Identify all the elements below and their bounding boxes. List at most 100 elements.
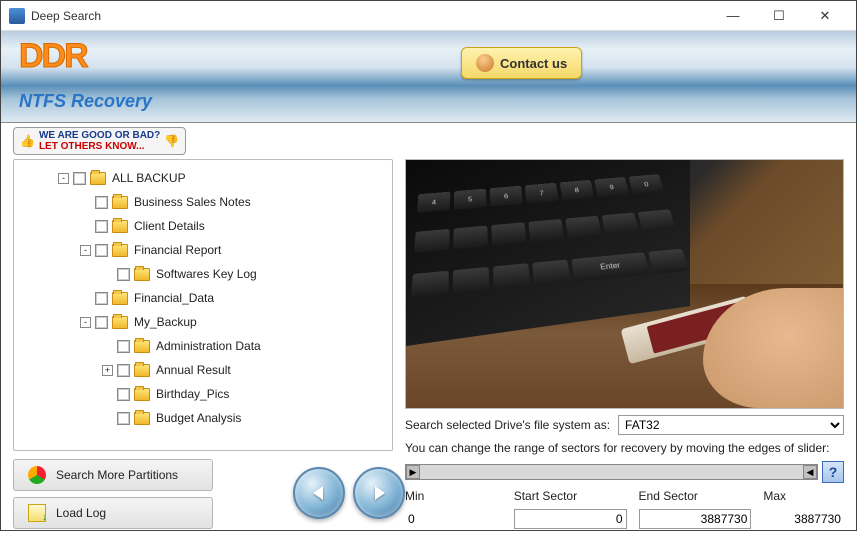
tree-node-label: My_Backup: [134, 315, 197, 329]
help-button[interactable]: ?: [822, 461, 844, 483]
slider-row: ▶ ◀ ?: [405, 461, 844, 483]
folder-icon: [112, 220, 128, 233]
load-log-label: Load Log: [56, 506, 106, 520]
maximize-button[interactable]: ☐: [756, 2, 802, 30]
left-column: - ALL BACKUP Business Sales Notes Client …: [13, 159, 393, 529]
feedback-line2: LET OTHERS KNOW...: [39, 141, 145, 152]
tree-node[interactable]: Softwares Key Log: [18, 262, 388, 286]
next-button[interactable]: [353, 467, 405, 519]
expand-icon[interactable]: +: [102, 365, 113, 376]
thumb-down-icon: 👎: [164, 134, 179, 148]
folder-icon: [112, 196, 128, 209]
start-sector-label: Start Sector: [514, 489, 627, 503]
max-label: Max: [763, 489, 844, 503]
folder-icon: [134, 388, 150, 401]
feedback-line1: WE ARE GOOD OR BAD?: [39, 130, 160, 141]
tree-node-label: Administration Data: [156, 339, 261, 353]
sector-fields: Min Start Sector End Sector Max: [405, 489, 844, 529]
logo-text: DDR: [19, 37, 87, 76]
folder-tree[interactable]: - ALL BACKUP Business Sales Notes Client …: [14, 160, 392, 450]
tree-checkbox[interactable]: [117, 412, 130, 425]
title-bar: Deep Search — ☐ ✕: [1, 1, 856, 31]
tree-checkbox[interactable]: [73, 172, 86, 185]
slider-right-handle[interactable]: ◀: [803, 465, 817, 479]
tree-node-label: Budget Analysis: [156, 411, 241, 425]
tree-checkbox[interactable]: [95, 244, 108, 257]
window-controls: — ☐ ✕: [710, 2, 848, 30]
folder-icon: [112, 244, 128, 257]
tree-node-label: ALL BACKUP: [112, 171, 186, 185]
slider-left-handle[interactable]: ▶: [406, 465, 420, 479]
preview-image: 4567890 Enter: [405, 159, 844, 409]
search-more-label: Search More Partitions: [56, 468, 178, 482]
collapse-icon[interactable]: -: [80, 317, 91, 328]
pie-chart-icon: [28, 466, 46, 484]
prev-button[interactable]: [293, 467, 345, 519]
header-banner: DDR NTFS Recovery Contact us: [1, 31, 856, 123]
max-value: [763, 509, 844, 529]
folder-icon: [90, 172, 106, 185]
tree-node[interactable]: Administration Data: [18, 334, 388, 358]
tree-node[interactable]: Client Details: [18, 214, 388, 238]
logo: DDR: [19, 37, 87, 76]
folder-tree-panel: - ALL BACKUP Business Sales Notes Client …: [13, 159, 393, 451]
tree-node[interactable]: - My_Backup: [18, 310, 388, 334]
folder-icon: [134, 268, 150, 281]
collapse-icon[interactable]: -: [58, 173, 69, 184]
main-content: - ALL BACKUP Business Sales Notes Client …: [1, 159, 856, 537]
end-sector-input[interactable]: [639, 509, 752, 529]
tree-node-label: Client Details: [134, 219, 205, 233]
filesystem-label: Search selected Drive's file system as:: [405, 418, 610, 432]
tree-node[interactable]: Financial_Data: [18, 286, 388, 310]
tree-node-label: Annual Result: [156, 363, 231, 377]
folder-icon: [112, 292, 128, 305]
folder-icon: [134, 412, 150, 425]
tree-node[interactable]: - ALL BACKUP: [18, 166, 388, 190]
tree-node[interactable]: Business Sales Notes: [18, 190, 388, 214]
tree-node[interactable]: Birthday_Pics: [18, 382, 388, 406]
tree-checkbox[interactable]: [117, 340, 130, 353]
minimize-button[interactable]: —: [710, 2, 756, 30]
search-more-partitions-button[interactable]: Search More Partitions: [13, 459, 213, 491]
app-icon: [9, 8, 25, 24]
collapse-icon[interactable]: -: [80, 245, 91, 256]
nav-buttons: [293, 467, 405, 519]
load-log-button[interactable]: Load Log: [13, 497, 213, 529]
log-file-icon: [28, 504, 46, 522]
left-bottom: Search More Partitions Load Log: [13, 459, 393, 529]
tree-checkbox[interactable]: [117, 268, 130, 281]
tree-node[interactable]: - Financial Report: [18, 238, 388, 262]
tree-checkbox[interactable]: [95, 220, 108, 233]
slider-info-text: You can change the range of sectors for …: [405, 441, 844, 455]
tree-node-label: Financial_Data: [134, 291, 214, 305]
tree-checkbox[interactable]: [95, 292, 108, 305]
thumb-up-icon: 👍: [20, 134, 35, 148]
tree-checkbox[interactable]: [95, 316, 108, 329]
folder-icon: [134, 340, 150, 353]
end-sector-label: End Sector: [639, 489, 752, 503]
feedback-tagline[interactable]: 👍 WE ARE GOOD OR BAD? LET OTHERS KNOW...…: [13, 127, 186, 155]
tree-checkbox[interactable]: [117, 388, 130, 401]
tree-node-label: Business Sales Notes: [134, 195, 251, 209]
person-icon: [476, 54, 494, 72]
tree-checkbox[interactable]: [117, 364, 130, 377]
contact-us-button[interactable]: Contact us: [461, 47, 582, 79]
filesystem-select[interactable]: FAT32: [618, 415, 844, 435]
product-subtitle: NTFS Recovery: [19, 91, 152, 112]
tree-node-label: Financial Report: [134, 243, 221, 257]
contact-wrap: Contact us: [461, 47, 582, 79]
tree-node[interactable]: + Annual Result: [18, 358, 388, 382]
folder-icon: [112, 316, 128, 329]
start-sector-input[interactable]: [514, 509, 627, 529]
tree-node-label: Softwares Key Log: [156, 267, 257, 281]
folder-icon: [134, 364, 150, 377]
right-column: 4567890 Enter Search selected Drive's fi…: [405, 159, 844, 529]
contact-label: Contact us: [500, 56, 567, 71]
close-button[interactable]: ✕: [802, 2, 848, 30]
sector-range-slider[interactable]: ▶ ◀: [405, 464, 818, 480]
tree-checkbox[interactable]: [95, 196, 108, 209]
min-value: [405, 509, 502, 529]
min-label: Min: [405, 489, 502, 503]
tree-node[interactable]: Budget Analysis: [18, 406, 388, 430]
tree-node-label: Birthday_Pics: [156, 387, 229, 401]
